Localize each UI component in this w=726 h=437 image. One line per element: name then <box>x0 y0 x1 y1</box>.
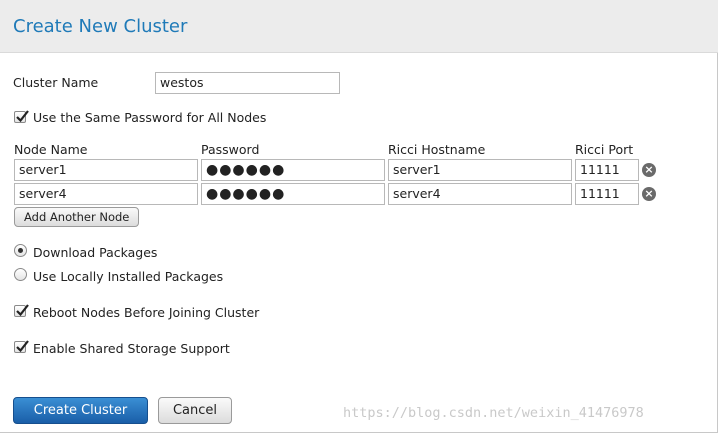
column-header-password: Password <box>201 142 260 157</box>
reboot-nodes-label: Reboot Nodes Before Joining Cluster <box>33 305 260 320</box>
cancel-button[interactable]: Cancel <box>158 397 232 424</box>
dialog-header: Create New Cluster <box>0 0 718 53</box>
remove-node-icon[interactable]: × <box>642 163 656 177</box>
cluster-name-input[interactable]: westos <box>155 72 340 94</box>
cluster-name-label: Cluster Name <box>13 75 99 90</box>
shared-storage-label: Enable Shared Storage Support <box>33 341 230 356</box>
node-name-input[interactable]: server4 <box>14 183 198 205</box>
download-packages-radio[interactable] <box>14 244 27 257</box>
checkmark-icon <box>16 110 29 123</box>
watermark-text: https://blog.csdn.net/weixin_41476978 <box>343 405 644 421</box>
password-input[interactable]: ●●●●●● <box>201 183 385 205</box>
same-password-checkbox[interactable] <box>14 110 29 123</box>
ricci-hostname-input[interactable]: server4 <box>388 183 572 205</box>
checkmark-icon <box>16 340 29 353</box>
remove-node-icon[interactable]: × <box>642 187 656 201</box>
reboot-nodes-checkbox[interactable] <box>14 304 29 317</box>
dialog-title: Create New Cluster <box>13 16 188 37</box>
checkmark-icon <box>16 304 29 317</box>
same-password-label: Use the Same Password for All Nodes <box>33 110 267 125</box>
add-another-node-button[interactable]: Add Another Node <box>14 207 140 227</box>
download-packages-label: Download Packages <box>33 245 158 260</box>
ricci-port-input[interactable]: 11111 <box>575 159 639 181</box>
password-input[interactable]: ●●●●●● <box>201 159 385 181</box>
column-header-node-name: Node Name <box>14 142 88 157</box>
create-cluster-button[interactable]: Create Cluster <box>13 397 148 424</box>
ricci-port-input[interactable]: 11111 <box>575 183 639 205</box>
local-packages-radio[interactable] <box>14 268 27 281</box>
local-packages-label: Use Locally Installed Packages <box>33 269 224 284</box>
column-header-ricci-hostname: Ricci Hostname <box>388 142 486 157</box>
node-name-input[interactable]: server1 <box>14 159 198 181</box>
shared-storage-checkbox[interactable] <box>14 340 29 353</box>
ricci-hostname-input[interactable]: server1 <box>388 159 572 181</box>
create-cluster-dialog: Create New Cluster Cluster Name westos U… <box>0 0 718 433</box>
column-header-ricci-port: Ricci Port <box>575 142 634 157</box>
